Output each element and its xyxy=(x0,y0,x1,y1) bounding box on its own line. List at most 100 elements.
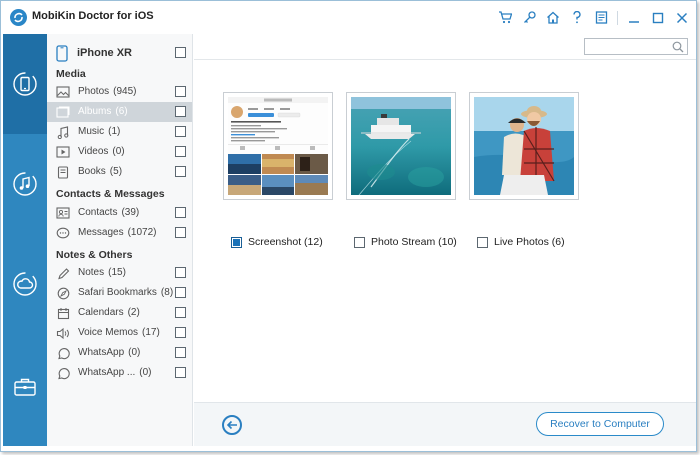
close-icon[interactable] xyxy=(674,10,690,26)
category-count: (8) xyxy=(160,287,174,298)
category-label: Notes xyxy=(78,267,105,278)
album-checkbox[interactable] xyxy=(477,236,488,248)
rail-recover-from-icloud[interactable] xyxy=(3,234,47,334)
category-checkbox[interactable] xyxy=(175,267,186,278)
album-checkbox[interactable] xyxy=(231,236,242,248)
category-checkbox[interactable] xyxy=(175,327,186,338)
category-safari-bookmarks[interactable]: Safari Bookmarks (8) xyxy=(47,283,192,303)
help-icon[interactable] xyxy=(569,10,585,26)
whatsapp-icon xyxy=(55,346,71,360)
category-count: (1072) xyxy=(127,227,157,238)
section-contacts-messages: Contacts & Messages xyxy=(56,188,165,200)
album-tile-live-photos[interactable]: Live Photos (6) xyxy=(469,92,579,248)
category-count: (1) xyxy=(108,126,121,137)
voice-memo-icon xyxy=(55,326,71,340)
album-label: Photo Stream (10) xyxy=(371,236,457,248)
category-count: (0) xyxy=(112,146,125,157)
toolbox-icon xyxy=(14,378,36,396)
category-label: WhatsApp xyxy=(78,347,125,358)
contacts-icon xyxy=(55,206,71,220)
bottom-bar: Recover to Computer xyxy=(194,402,696,446)
category-photos[interactable]: Photos (945) xyxy=(47,82,192,102)
category-checkbox[interactable] xyxy=(175,227,186,238)
album-thumbnail xyxy=(223,92,333,200)
search-icon[interactable] xyxy=(672,41,684,53)
album-label: Live Photos (6) xyxy=(494,236,565,248)
category-label: Albums xyxy=(78,106,112,117)
home-icon[interactable] xyxy=(545,10,561,26)
device-checkbox[interactable] xyxy=(175,47,186,58)
section-notes-others: Notes & Others xyxy=(56,249,133,261)
category-label: Messages xyxy=(78,227,124,238)
rail-recover-from-itunes[interactable] xyxy=(3,134,47,234)
safari-icon xyxy=(55,286,71,300)
minimize-icon[interactable] xyxy=(626,10,642,26)
photo-icon xyxy=(55,85,71,99)
album-caption: Screenshot (12) xyxy=(231,235,323,249)
feedback-icon[interactable] xyxy=(593,10,609,26)
album-tile-screenshot[interactable]: Screenshot (12) xyxy=(223,92,333,248)
category-label: Calendars xyxy=(78,307,124,318)
back-button[interactable] xyxy=(222,415,242,435)
app-window: MobiKin Doctor for iOS iPhone XR Media P… xyxy=(0,0,697,452)
category-checkbox[interactable] xyxy=(175,287,186,298)
category-notes[interactable]: Notes (15) xyxy=(47,263,192,283)
album-thumbnail xyxy=(469,92,579,200)
category-label: Contacts xyxy=(78,207,118,218)
category-checkbox[interactable] xyxy=(175,106,186,117)
app-logo-icon xyxy=(10,9,27,26)
search-input[interactable] xyxy=(588,40,668,53)
key-icon[interactable] xyxy=(521,10,537,26)
category-checkbox[interactable] xyxy=(175,166,186,177)
category-voice-memos[interactable]: Voice Memos (17) xyxy=(47,323,192,343)
messages-icon xyxy=(55,226,71,240)
category-calendars[interactable]: Calendars (2) xyxy=(47,303,192,323)
category-books[interactable]: Books (5) xyxy=(47,162,192,182)
category-videos[interactable]: Videos (0) xyxy=(47,142,192,162)
category-count: (17) xyxy=(142,327,160,338)
category-messages[interactable]: Messages (1072) xyxy=(47,223,192,243)
category-checkbox[interactable] xyxy=(175,367,186,378)
album-thumbnail xyxy=(346,92,456,200)
category-label: WhatsApp ... xyxy=(78,367,136,378)
category-contacts[interactable]: Contacts (39) xyxy=(47,203,192,223)
notes-icon xyxy=(55,266,71,280)
section-media: Media xyxy=(56,68,86,80)
category-whatsapp[interactable]: WhatsApp (0) xyxy=(47,343,192,363)
album-icon xyxy=(55,105,71,119)
category-checkbox[interactable] xyxy=(175,126,186,137)
category-checkbox[interactable] xyxy=(175,307,186,318)
category-music[interactable]: Music (1) xyxy=(47,122,192,142)
book-icon xyxy=(55,165,71,179)
category-checkbox[interactable] xyxy=(175,207,186,218)
category-count: (15) xyxy=(108,267,126,278)
maximize-icon[interactable] xyxy=(650,10,666,26)
recover-to-computer-button[interactable]: Recover to Computer xyxy=(536,412,664,436)
device-row[interactable]: iPhone XR xyxy=(47,43,192,63)
album-tile-photo-stream[interactable]: Photo Stream (10) xyxy=(346,92,457,248)
category-checkbox[interactable] xyxy=(175,347,186,358)
mode-rail xyxy=(3,34,47,446)
album-caption: Live Photos (6) xyxy=(477,235,565,249)
search-box[interactable] xyxy=(584,38,688,55)
music-note-icon xyxy=(13,172,37,196)
album-label: Screenshot (12) xyxy=(248,236,323,248)
category-label: Books xyxy=(78,166,106,177)
title-bar: MobiKin Doctor for iOS xyxy=(1,1,696,34)
toolbar xyxy=(194,34,696,60)
category-checkbox[interactable] xyxy=(175,86,186,97)
category-count: (0) xyxy=(139,367,152,378)
category-albums[interactable]: Albums (6) xyxy=(47,102,192,122)
rail-recover-from-device[interactable] xyxy=(3,34,47,134)
category-count: (2) xyxy=(127,307,140,318)
category-checkbox[interactable] xyxy=(175,146,186,157)
album-checkbox[interactable] xyxy=(354,236,365,248)
category-count: (5) xyxy=(109,166,123,177)
cloud-sync-icon xyxy=(13,272,37,296)
rail-toolbox[interactable] xyxy=(3,337,47,437)
category-count: (0) xyxy=(128,347,141,358)
category-whatsapp-attachments[interactable]: WhatsApp ... (0) xyxy=(47,363,192,383)
arrow-left-icon xyxy=(226,420,237,430)
cart-icon[interactable] xyxy=(497,10,513,26)
phone-sync-icon xyxy=(13,72,37,96)
